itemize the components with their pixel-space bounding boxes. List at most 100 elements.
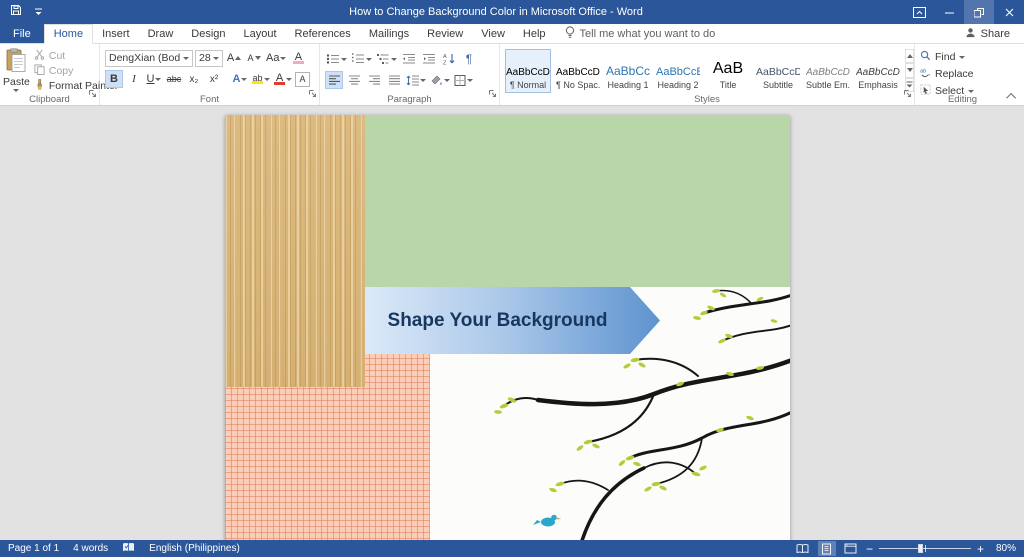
strikethrough-button[interactable]: abc: [165, 70, 183, 88]
style-title[interactable]: AaB Title: [705, 49, 751, 93]
styles-dialog-launcher[interactable]: [903, 85, 912, 103]
wood-texture-image[interactable]: [225, 115, 365, 387]
tab-design[interactable]: Design: [182, 24, 234, 43]
banner-arrow-shape[interactable]: Shape Your Background: [365, 287, 660, 354]
align-right-button[interactable]: [365, 71, 383, 89]
page-indicator[interactable]: Page 1 of 1: [8, 543, 59, 554]
italic-button[interactable]: I: [125, 70, 143, 88]
style-heading-1[interactable]: AaBbCc Heading 1: [605, 49, 651, 93]
subscript-button[interactable]: x₂: [185, 70, 203, 88]
bold-button[interactable]: B: [105, 70, 123, 88]
cut-label: Cut: [49, 50, 65, 62]
style-subtitle[interactable]: AaBbCcD Subtitle: [755, 49, 801, 93]
grow-font-button[interactable]: A: [225, 49, 243, 67]
proofing-status-icon[interactable]: [122, 542, 135, 556]
font-name-combobox[interactable]: DengXian (Bod: [105, 50, 193, 67]
line-spacing-button[interactable]: [405, 71, 427, 89]
green-rectangle-shape[interactable]: [365, 115, 790, 287]
text-highlight-button[interactable]: ab: [251, 70, 271, 88]
justify-button[interactable]: [385, 71, 403, 89]
scroll-down-arrow-icon: [907, 68, 913, 72]
close-button[interactable]: [994, 0, 1024, 24]
tell-me-box[interactable]: Tell me what you want to do: [565, 24, 716, 43]
bullets-button[interactable]: [325, 50, 348, 68]
superscript-button[interactable]: x²: [205, 70, 223, 88]
style-subtle-emphasis[interactable]: AaBbCcDd Subtle Em...: [805, 49, 851, 93]
language-indicator[interactable]: English (Philippines): [149, 543, 240, 554]
tab-mailings[interactable]: Mailings: [360, 24, 418, 43]
styles-scroll-up-button[interactable]: [905, 49, 914, 63]
increase-indent-button[interactable]: [420, 50, 438, 68]
tab-references[interactable]: References: [286, 24, 360, 43]
paragraph-dialog-launcher[interactable]: [488, 85, 497, 103]
style-heading-2[interactable]: AaBbCcE Heading 2: [655, 49, 701, 93]
style-no-spacing[interactable]: AaBbCcDd ¶ No Spac...: [555, 49, 601, 93]
find-label: Find: [935, 51, 955, 63]
style-emphasis[interactable]: AaBbCcDd Emphasis: [855, 49, 901, 93]
font-size-combobox[interactable]: 28: [195, 50, 223, 67]
paste-button[interactable]: Paste: [3, 46, 30, 93]
ribbon-display-options-button[interactable]: [904, 0, 934, 24]
align-center-button[interactable]: [345, 71, 363, 89]
print-layout-button[interactable]: [818, 541, 836, 556]
decrease-indent-button[interactable]: [400, 50, 418, 68]
shrink-font-button[interactable]: A: [245, 49, 263, 67]
read-mode-button[interactable]: [794, 541, 812, 556]
document-page[interactable]: Shape Your Background: [225, 115, 790, 540]
collapse-ribbon-button[interactable]: [1005, 90, 1019, 102]
borders-button[interactable]: [453, 71, 474, 89]
styles-scroll-down-button[interactable]: [905, 63, 914, 77]
style-normal[interactable]: AaBbCcDd ¶ Normal: [505, 49, 551, 93]
clear-formatting-eraser-icon: [293, 61, 304, 64]
tab-view[interactable]: View: [472, 24, 514, 43]
clipboard-dialog-launcher[interactable]: [88, 85, 97, 103]
scissors-icon: [34, 49, 45, 63]
shrink-font-arrow-icon: [255, 56, 261, 60]
underline-button[interactable]: U: [145, 70, 163, 88]
word-count[interactable]: 4 words: [73, 543, 108, 554]
branch-illustration-bottom[interactable]: [430, 354, 790, 540]
collapse-ribbon-chevron-icon: [1006, 92, 1016, 102]
font-color-swatch: [274, 82, 285, 85]
zoom-slider-thumb[interactable]: [918, 544, 923, 553]
align-left-button[interactable]: [325, 71, 343, 89]
borders-dropdown-arrow-icon: [467, 79, 473, 82]
replace-button[interactable]: ab Replace: [920, 67, 1005, 81]
document-banner-text: Shape Your Background: [365, 310, 630, 332]
save-icon[interactable]: [10, 3, 22, 21]
grow-font-arrow-icon: [235, 56, 241, 60]
tab-home[interactable]: Home: [44, 24, 93, 44]
shading-dropdown-arrow-icon: [444, 79, 450, 82]
tab-review[interactable]: Review: [418, 24, 472, 43]
tab-insert[interactable]: Insert: [93, 24, 139, 43]
minimize-button[interactable]: [934, 0, 964, 24]
show-hide-formatting-button[interactable]: ¶: [460, 50, 478, 68]
tab-help[interactable]: Help: [514, 24, 555, 43]
multilevel-list-button[interactable]: [375, 50, 398, 68]
restore-button[interactable]: [964, 0, 994, 24]
underline-letter: U: [147, 73, 155, 85]
zoom-out-button[interactable]: −: [866, 542, 873, 556]
text-effects-button[interactable]: A: [231, 70, 249, 88]
numbering-button[interactable]: [350, 50, 373, 68]
find-button[interactable]: Find: [920, 50, 1005, 64]
zoom-slider[interactable]: [879, 541, 971, 556]
font-color-button[interactable]: A: [273, 70, 293, 88]
customize-quick-access-icon[interactable]: [34, 3, 43, 21]
clear-formatting-button[interactable]: A: [289, 49, 307, 67]
tab-layout[interactable]: Layout: [235, 24, 286, 43]
branch-illustration-top[interactable]: [660, 287, 790, 354]
tab-file[interactable]: File: [0, 24, 44, 43]
sort-button[interactable]: AZ: [440, 50, 458, 68]
change-case-button[interactable]: Aa: [265, 49, 287, 67]
window-controls: [904, 0, 1024, 24]
font-dialog-launcher[interactable]: [308, 85, 317, 103]
clipboard-group: Paste Cut Copy: [0, 44, 100, 105]
share-button[interactable]: Share: [965, 24, 1010, 43]
status-bar: Page 1 of 1 4 words English (Philippines…: [0, 540, 1024, 557]
zoom-level[interactable]: 80%: [990, 543, 1016, 554]
shading-button[interactable]: [429, 71, 451, 89]
tab-draw[interactable]: Draw: [139, 24, 183, 43]
zoom-in-button[interactable]: +: [977, 542, 984, 556]
web-layout-button[interactable]: [842, 541, 860, 556]
